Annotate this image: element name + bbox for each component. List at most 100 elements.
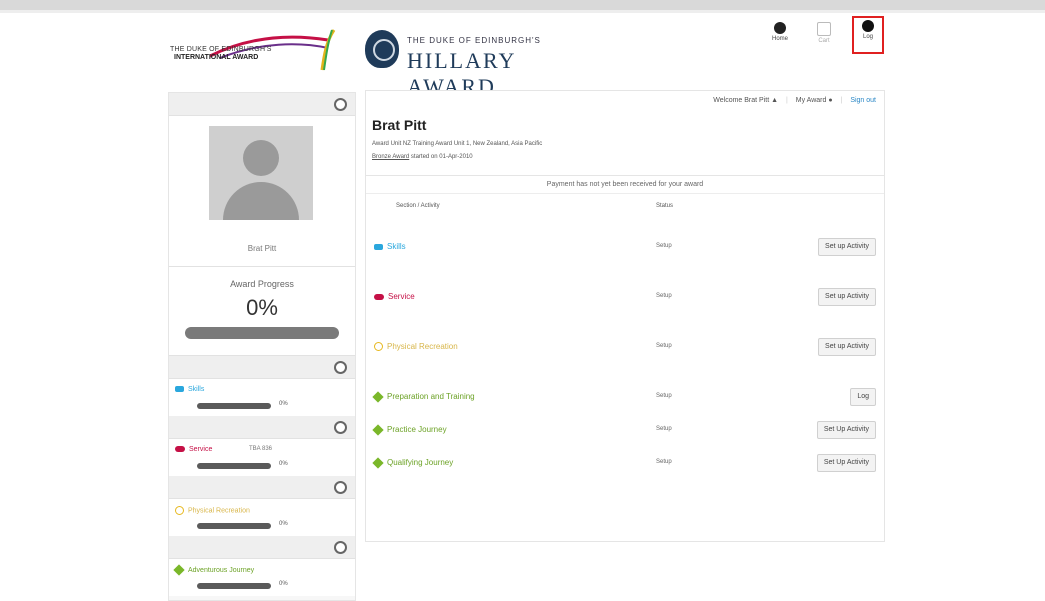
section-percent: 0% — [279, 461, 288, 467]
left-logo-line2: INTERNATIONAL AWARD — [174, 54, 259, 61]
progress-label: Award Progress — [230, 279, 294, 289]
sidebar-section-adventurous[interactable]: Adventurous Journey 0% — [169, 536, 355, 596]
section-progress-bar — [197, 463, 271, 469]
my-award-link[interactable]: My Award — [796, 97, 827, 104]
site-header: THE DUKE OF EDINBURGH'S INTERNATIONAL AW… — [160, 16, 890, 99]
gear-icon[interactable] — [334, 361, 347, 374]
award-unit-text: Award Unit NZ Training Award Unit 1, New… — [372, 141, 543, 147]
section-progress-bar — [197, 403, 271, 409]
activity-label[interactable]: Skills — [387, 242, 406, 251]
top-nav: Home Cart Log — [760, 16, 890, 60]
adventurous-icon — [173, 564, 185, 576]
right-logo-line1: THE DUKE OF EDINBURGH'S — [407, 36, 541, 45]
sidebar-section-physical[interactable]: Physical Recreation 0% — [169, 476, 355, 536]
adventurous-icon — [372, 424, 384, 436]
activity-row: Physical Recreation Setup Set up Activit… — [366, 336, 884, 360]
progress-value: 0% — [246, 295, 278, 320]
set-up-activity-button[interactable]: Set up Activity — [818, 338, 876, 356]
gear-icon[interactable] — [334, 98, 347, 111]
section-percent: 0% — [279, 401, 288, 407]
bronze-award-link[interactable]: Bronze Award — [372, 154, 409, 160]
service-icon — [175, 446, 185, 453]
sidebar-section-service[interactable]: Service TBA 836 0% — [169, 416, 355, 476]
activity-label[interactable]: Qualifying Journey — [387, 458, 453, 467]
crest-icon — [365, 30, 399, 68]
progress-bar — [185, 327, 339, 339]
activity-status: Setup — [656, 293, 672, 299]
gear-icon[interactable] — [334, 421, 347, 434]
cart-icon — [817, 22, 831, 36]
activity-label[interactable]: Practice Journey — [387, 425, 447, 434]
nav-log-label: Log — [862, 34, 873, 40]
nav-cart-label: Cart — [818, 38, 830, 44]
gear-icon[interactable] — [334, 481, 347, 494]
activity-label[interactable]: Service — [388, 292, 415, 301]
activity-row: Practice Journey Setup Set Up Activity — [366, 419, 884, 443]
adventurous-icon — [372, 391, 384, 403]
section-label: Service — [189, 446, 213, 453]
activity-row: Preparation and Training Setup Log — [366, 386, 884, 410]
section-percent: 0% — [279, 581, 288, 587]
section-percent: 0% — [279, 521, 288, 527]
profile-card: Brat Pitt — [169, 116, 355, 267]
home-icon — [774, 22, 786, 34]
set-up-activity-button[interactable]: Set Up Activity — [816, 421, 876, 439]
column-header-section: Section / Activity — [396, 203, 440, 209]
set-up-activity-button[interactable]: Set up Activity — [818, 288, 876, 306]
main-panel: Welcome Brat Pitt ▲ | My Award ● | Sign … — [365, 90, 885, 542]
international-award-logo[interactable]: THE DUKE OF EDINBURGH'S INTERNATIONAL AW… — [170, 28, 340, 78]
section-label: Skills — [188, 386, 205, 393]
sign-out-link[interactable]: Sign out — [850, 97, 876, 104]
activity-row: Qualifying Journey Setup Set Up Activity — [366, 452, 884, 476]
activity-status: Setup — [656, 426, 672, 432]
started-text: started on 01-Apr-2010 — [410, 154, 473, 160]
set-up-activity-button[interactable]: Set up Activity — [818, 238, 876, 256]
gear-icon[interactable] — [334, 541, 347, 554]
skills-icon — [175, 386, 184, 393]
nav-log-button[interactable]: Log — [852, 16, 884, 54]
left-logo-line1: THE DUKE OF EDINBURGH'S — [170, 46, 272, 53]
activity-row: Service Setup Set up Activity — [366, 286, 884, 310]
payment-notice: Payment has not yet been received for yo… — [366, 177, 884, 194]
award-started-text: Bronze Award started on 01-Apr-2010 — [372, 154, 473, 160]
section-extra: TBA 836 — [249, 446, 273, 452]
set-up-activity-button[interactable]: Set Up Activity — [816, 454, 876, 472]
rainbow-swoosh-icon — [320, 29, 336, 71]
nav-home-label: Home — [771, 36, 788, 42]
profile-name: Brat Pitt — [247, 244, 277, 253]
section-label: Adventurous Journey — [188, 566, 255, 574]
activity-status: Setup — [656, 243, 672, 249]
activity-row: Skills Setup Set up Activity — [366, 236, 884, 260]
browser-top-shadow — [0, 10, 1045, 13]
service-icon — [374, 293, 384, 300]
physical-icon — [374, 342, 383, 352]
user-icon[interactable]: ▲ — [771, 97, 778, 104]
section-label: Physical Recreation — [188, 507, 250, 515]
browser-top-strip — [0, 0, 1045, 10]
skills-icon — [374, 243, 383, 250]
column-header-status: Status — [656, 203, 674, 209]
avatar[interactable] — [209, 126, 313, 220]
adventurous-icon — [372, 457, 384, 469]
activity-status: Setup — [656, 459, 672, 465]
sidebar-section-skills[interactable]: Skills 0% — [169, 356, 355, 416]
participant-name: Brat Pitt — [372, 117, 427, 133]
welcome-bar: Welcome Brat Pitt ▲ | My Award ● | Sign … — [713, 97, 876, 104]
section-progress-bar — [197, 523, 271, 529]
nav-home-button[interactable]: Home — [760, 20, 800, 54]
log-button[interactable]: Log — [850, 388, 876, 406]
activity-status: Setup — [656, 343, 672, 349]
physical-icon — [175, 506, 184, 515]
pin-icon[interactable]: ● — [828, 97, 832, 104]
activity-status: Setup — [656, 393, 672, 399]
activity-label[interactable]: Preparation and Training — [387, 392, 475, 401]
section-progress-bar — [197, 583, 271, 589]
profile-header — [169, 93, 355, 116]
welcome-text: Welcome Brat Pitt — [713, 97, 770, 104]
activity-label[interactable]: Physical Recreation — [387, 342, 458, 351]
award-summary: Welcome Brat Pitt ▲ | My Award ● | Sign … — [366, 91, 884, 176]
nav-cart-button[interactable]: Cart — [804, 20, 844, 54]
hillary-award-logo[interactable]: THE DUKE OF EDINBURGH'S HILLARY AWARD — [365, 28, 605, 99]
award-progress: Award Progress 0% — [169, 267, 355, 356]
log-icon — [862, 20, 874, 32]
